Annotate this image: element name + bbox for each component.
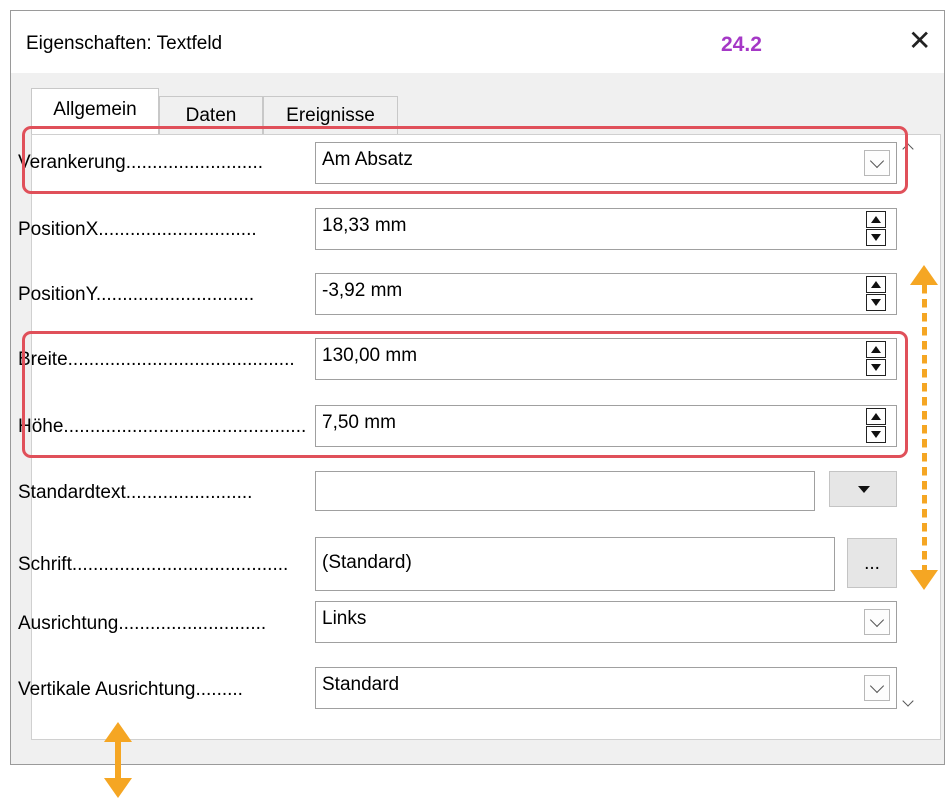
font-label: Schrift.................................… (18, 554, 288, 576)
bottom-arrow-up-icon (104, 722, 132, 742)
resize-arrow-down-icon (910, 570, 938, 590)
resize-arrow-up-icon (910, 265, 938, 285)
vertical-alignment-value: Standard (322, 674, 400, 695)
triangle-down-icon (871, 234, 881, 241)
font-value: (Standard) (322, 552, 412, 573)
position-x-field[interactable]: 18,33 mm (315, 208, 897, 250)
vertical-alignment-select[interactable]: Standard (315, 667, 897, 709)
spin-down-button[interactable] (866, 229, 886, 246)
vertical-alignment-label: Vertikale Ausrichtung......... (18, 679, 243, 701)
vertical-alignment-dropdown-button[interactable] (864, 675, 890, 701)
bottom-arrow-shaft (115, 740, 121, 780)
size-highlight-box (22, 331, 908, 458)
alignment-select[interactable]: Links (315, 601, 897, 643)
default-text-label: Standardtext........................ (18, 482, 252, 504)
position-y-spinner[interactable] (866, 276, 886, 311)
dialog-title: Eigenschaften: Textfeld (26, 33, 223, 54)
alignment-label: Ausrichtung............................ (18, 613, 266, 635)
default-text-dots: ........................ (125, 482, 253, 503)
triangle-up-icon (871, 216, 881, 223)
title-bar: Eigenschaften: Textfeld 24.2 ✕ (11, 11, 944, 73)
position-y-field[interactable]: -3,92 mm (315, 273, 897, 315)
alignment-label-text: Ausrichtung (18, 613, 119, 634)
position-x-label-text: PositionX (18, 219, 99, 240)
chevron-down-icon (869, 612, 885, 628)
vertical-alignment-label-text: Vertikale Ausrichtung (18, 679, 196, 700)
caret-down-icon (858, 486, 870, 493)
position-y-label-text: PositionY (18, 284, 96, 305)
position-x-value: 18,33 mm (322, 215, 407, 236)
position-x-dots: .............................. (98, 219, 257, 240)
position-x-label: PositionX.............................. (18, 219, 257, 241)
alignment-dropdown-button[interactable] (864, 609, 890, 635)
alignment-dots: ............................ (118, 613, 267, 634)
position-y-value: -3,92 mm (322, 280, 403, 301)
font-browse-button[interactable]: ... (847, 538, 897, 588)
chevron-down-icon (902, 695, 914, 707)
anchor-highlight-box (22, 126, 908, 194)
position-y-label: PositionY.............................. (18, 284, 254, 306)
bottom-arrow-down-icon (104, 778, 132, 798)
position-y-dots: .............................. (95, 284, 255, 305)
chevron-down-icon (869, 678, 885, 694)
position-x-spinner[interactable] (866, 211, 886, 246)
spin-up-button[interactable] (866, 276, 886, 293)
alignment-value: Links (322, 608, 367, 629)
triangle-up-icon (871, 281, 881, 288)
font-dots: ........................................… (71, 554, 289, 575)
close-icon[interactable]: ✕ (908, 27, 931, 55)
vertical-alignment-dots: ......... (195, 679, 243, 700)
default-text-field[interactable] (315, 471, 815, 511)
triangle-down-icon (871, 299, 881, 306)
version-label: 24.2 (721, 33, 762, 56)
spin-down-button[interactable] (866, 294, 886, 311)
default-text-dropdown-button[interactable] (829, 471, 897, 507)
resize-arrow-shaft (922, 285, 927, 575)
scroll-down-button[interactable] (901, 695, 915, 711)
font-field[interactable]: (Standard) (315, 537, 835, 591)
spin-up-button[interactable] (866, 211, 886, 228)
font-label-text: Schrift (18, 554, 72, 575)
default-text-label-text: Standardtext (18, 482, 126, 503)
